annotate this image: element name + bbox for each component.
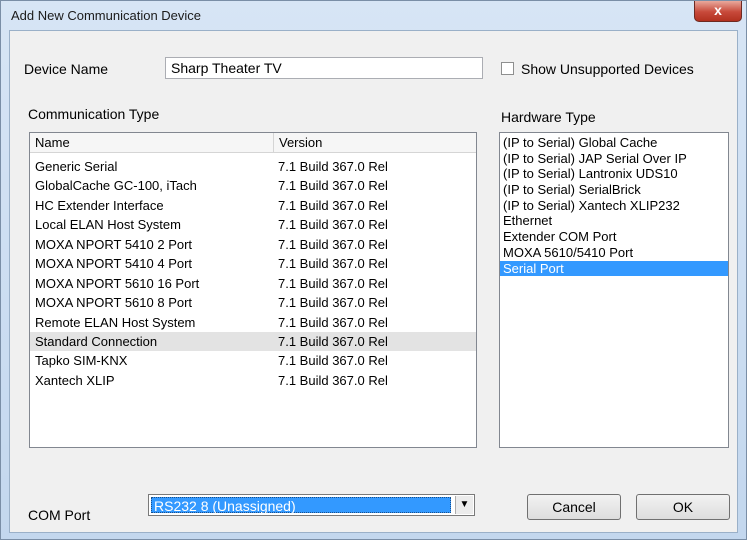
list-item[interactable]: (IP to Serial) JAP Serial Over IP bbox=[500, 151, 728, 167]
device-version-cell: 7.1 Build 367.0 Rel bbox=[278, 236, 388, 252]
device-name-cell: MOXA NPORT 5410 4 Port bbox=[35, 256, 193, 272]
com-port-dropdown[interactable]: RS232 8 (Unassigned) ▼ bbox=[148, 494, 475, 516]
communication-type-list[interactable]: Name Version Generic Serial 7.1 Build 367… bbox=[29, 132, 477, 448]
device-version-cell: 7.1 Build 367.0 Rel bbox=[278, 178, 388, 194]
table-row[interactable]: Generic Serial 7.1 Build 367.0 Rel bbox=[30, 157, 476, 176]
device-name-cell: Local ELAN Host System bbox=[35, 217, 181, 233]
title-bar[interactable]: Add New Communication Device x bbox=[1, 1, 746, 29]
device-name-cell: Remote ELAN Host System bbox=[35, 314, 196, 330]
com-port-label: COM Port bbox=[28, 507, 91, 523]
com-port-selected-value: RS232 8 (Unassigned) bbox=[151, 497, 451, 514]
list-item[interactable]: MOXA 5610/5410 Port bbox=[500, 245, 728, 261]
list-item[interactable]: (IP to Serial) Lantronix UDS10 bbox=[500, 166, 728, 182]
table-row[interactable]: Xantech XLIP 7.1 Build 367.0 Rel bbox=[30, 371, 476, 390]
device-version-cell: 7.1 Build 367.0 Rel bbox=[278, 333, 388, 349]
communication-type-label: Communication Type bbox=[28, 106, 160, 122]
list-item[interactable]: (IP to Serial) Global Cache bbox=[500, 135, 728, 151]
list-header: Name Version bbox=[30, 133, 476, 153]
device-name-cell: MOXA NPORT 5610 16 Port bbox=[35, 275, 200, 291]
device-name-cell: MOXA NPORT 5410 2 Port bbox=[35, 236, 193, 252]
device-name-cell: Xantech XLIP bbox=[35, 372, 115, 388]
list-item[interactable]: (IP to Serial) SerialBrick bbox=[500, 182, 728, 198]
dialog-window: Add New Communication Device x Device Na… bbox=[0, 0, 747, 540]
window-title: Add New Communication Device bbox=[11, 8, 202, 23]
list-item[interactable]: Ethernet bbox=[500, 213, 728, 229]
device-version-cell: 7.1 Build 367.0 Rel bbox=[278, 159, 388, 174]
device-version-cell: 7.1 Build 367.0 Rel bbox=[278, 256, 388, 272]
table-row[interactable]: MOXA NPORT 5410 4 Port 7.1 Build 367.0 Re… bbox=[30, 254, 476, 273]
close-button[interactable]: x bbox=[694, 1, 742, 22]
device-name-field[interactable]: Sharp Theater TV bbox=[165, 57, 483, 79]
device-version-cell: 7.1 Build 367.0 Rel bbox=[278, 217, 388, 233]
column-header-version[interactable]: Version bbox=[274, 133, 476, 152]
table-row[interactable]: Tapko SIM-KNX 7.1 Build 367.0 Rel bbox=[30, 351, 476, 370]
show-unsupported-label[interactable]: Show Unsupported Devices bbox=[521, 61, 694, 77]
device-version-cell: 7.1 Build 367.0 Rel bbox=[278, 372, 388, 388]
table-row[interactable]: MOXA NPORT 5610 16 Port 7.1 Build 367.0 R… bbox=[30, 274, 476, 293]
device-name-cell: GlobalCache GC-100, iTach bbox=[35, 178, 197, 194]
hardware-type-label: Hardware Type bbox=[501, 109, 596, 125]
list-item[interactable]: (IP to Serial) Xantech XLIP232 bbox=[500, 198, 728, 214]
table-row[interactable]: HC Extender Interface 7.1 Build 367.0 Rel bbox=[30, 196, 476, 215]
close-icon: x bbox=[714, 2, 722, 18]
list-item[interactable]: Serial Port bbox=[500, 260, 728, 277]
dialog-body: Device Name Sharp Theater TV Show Unsupp… bbox=[9, 30, 738, 533]
list-item[interactable]: Extender COM Port bbox=[500, 229, 728, 245]
table-row[interactable]: Standard Connection 7.1 Build 367.0 Rel bbox=[30, 331, 476, 352]
device-version-cell: 7.1 Build 367.0 Rel bbox=[278, 353, 388, 369]
device-name-label: Device Name bbox=[24, 61, 109, 77]
table-row[interactable]: GlobalCache GC-100, iTach 7.1 Build 367.0… bbox=[30, 176, 476, 195]
table-row[interactable]: Remote ELAN Host System 7.1 Build 367.0 R… bbox=[30, 313, 476, 332]
column-header-name[interactable]: Name bbox=[30, 133, 274, 152]
device-name-cell: HC Extender Interface bbox=[35, 197, 164, 213]
device-name-cell: Standard Connection bbox=[35, 333, 158, 349]
device-name-cell: Generic Serial bbox=[35, 159, 118, 174]
device-version-cell: 7.1 Build 367.0 Rel bbox=[278, 314, 388, 330]
device-version-cell: 7.1 Build 367.0 Rel bbox=[278, 295, 388, 311]
device-version-cell: 7.1 Build 367.0 Rel bbox=[278, 275, 388, 291]
cancel-button[interactable]: Cancel bbox=[527, 494, 621, 520]
table-row[interactable]: MOXA NPORT 5610 8 Port 7.1 Build 367.0 Re… bbox=[30, 293, 476, 312]
list-rows: Generic Serial 7.1 Build 367.0 Rel GlobalC… bbox=[30, 157, 476, 390]
device-name-cell: MOXA NPORT 5610 8 Port bbox=[35, 295, 193, 311]
show-unsupported-checkbox[interactable] bbox=[501, 62, 514, 75]
hardware-type-list[interactable]: (IP to Serial) Global Cache (IP to Serial… bbox=[499, 132, 729, 448]
ok-button[interactable]: OK bbox=[636, 494, 730, 520]
device-name-cell: Tapko SIM-KNX bbox=[35, 353, 128, 369]
device-version-cell: 7.1 Build 367.0 Rel bbox=[278, 197, 388, 213]
table-row[interactable]: MOXA NPORT 5410 2 Port 7.1 Build 367.0 Re… bbox=[30, 235, 476, 254]
chevron-down-icon[interactable]: ▼ bbox=[455, 496, 473, 514]
table-row[interactable]: Local ELAN Host System 7.1 Build 367.0 Re… bbox=[30, 215, 476, 234]
